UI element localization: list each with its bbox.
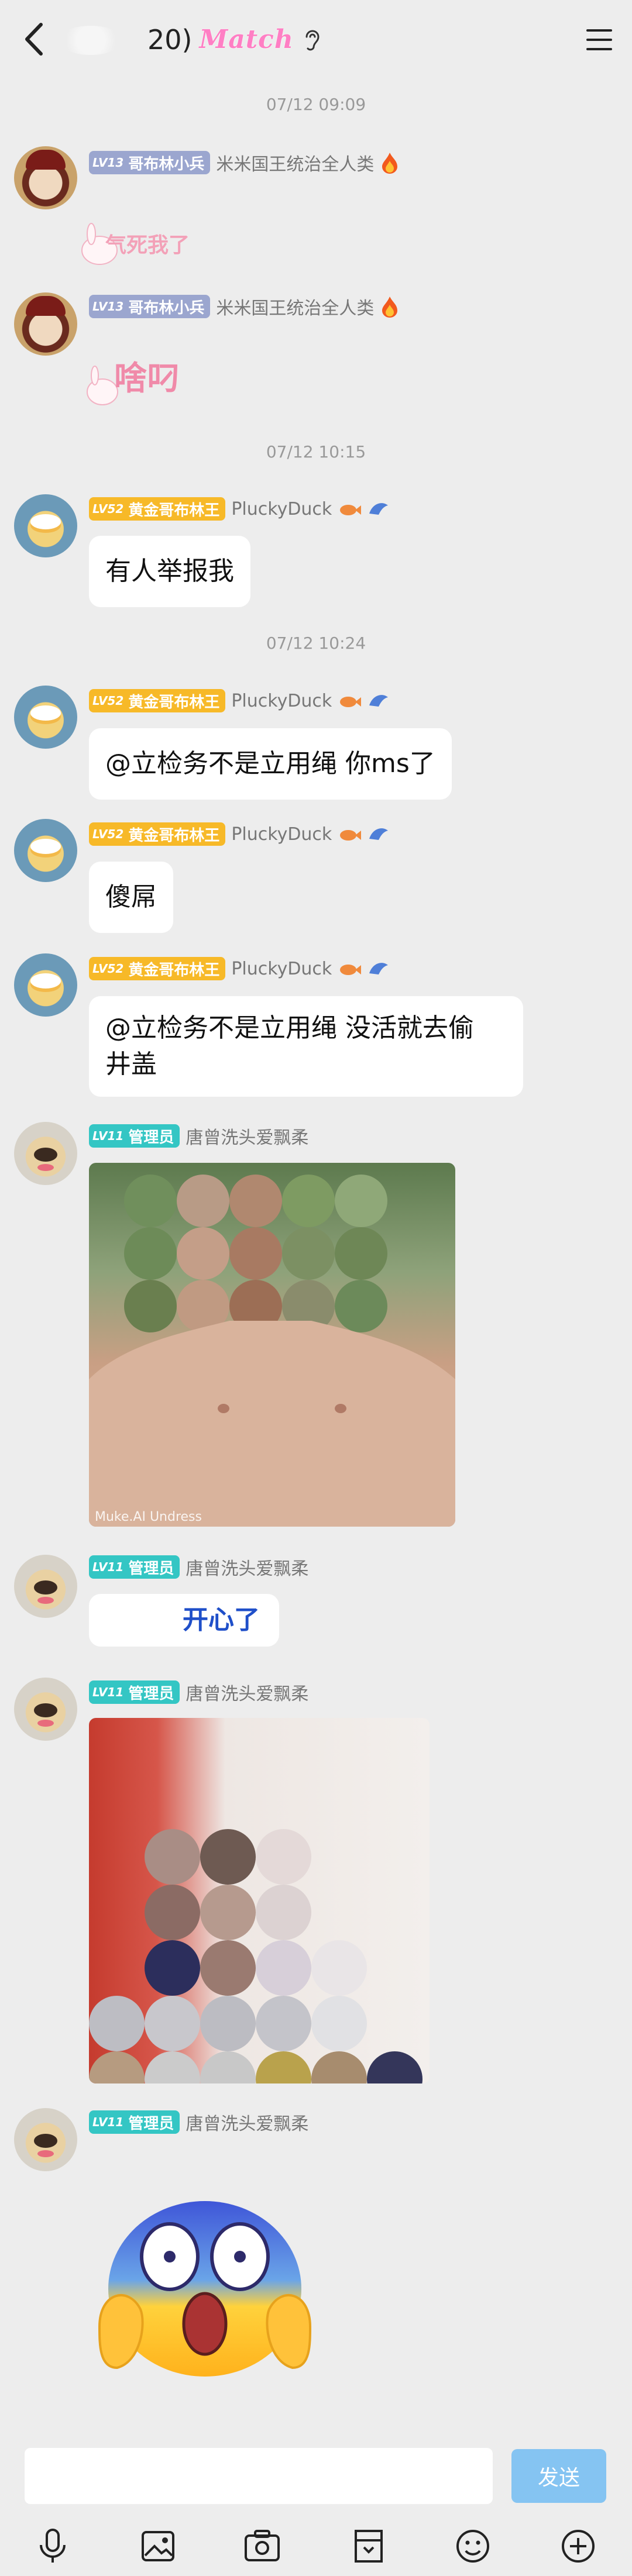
level-badge: LV52 黄金哥布林王 — [89, 822, 226, 846]
fire-icon — [382, 153, 398, 174]
composer: 发送 — [0, 2436, 632, 2512]
sender-nickname: PluckyDuck — [231, 690, 332, 711]
dragon-icon — [369, 963, 389, 974]
ear-icon[interactable] — [301, 26, 324, 53]
image-message[interactable] — [89, 1718, 430, 2083]
sender-line: LV13 哥布林小兵 米米国王统治全人类 — [89, 150, 400, 175]
timestamp: 07/12 09:09 — [266, 95, 366, 114]
sender-line: LV52 黄金哥布林王 PluckyDuck — [89, 496, 390, 522]
avatar[interactable] — [14, 953, 77, 1017]
bubble-line: 井盖 — [105, 1049, 157, 1079]
chat-screen: 20) Match 07/12 09:09 LV13 哥布林小兵 米米国王统治全人… — [0, 0, 632, 2576]
avatar[interactable] — [14, 819, 77, 882]
plus-icon[interactable] — [557, 2525, 599, 2567]
sender-line: LV52 黄金哥布林王 PluckyDuck — [89, 956, 390, 982]
sender-nickname: 唐曾洗头爱飘柔 — [186, 1559, 309, 1579]
dragon-icon — [369, 828, 389, 840]
sender-line: LV52 黄金哥布林王 PluckyDuck — [89, 688, 390, 714]
sticker-text: 啥叼 — [114, 360, 180, 398]
fish-icon — [340, 965, 362, 975]
sticker-text: 气死我了 — [105, 233, 190, 257]
sender-line: LV11 管理员 唐曾洗头爱飘柔 — [89, 1123, 308, 1149]
avatar[interactable] — [14, 146, 77, 209]
fire-icon — [382, 297, 398, 318]
file-icon[interactable] — [348, 2525, 390, 2567]
text-bubble[interactable]: 有人举报我 — [89, 536, 250, 607]
send-button[interactable]: 发送 — [511, 2449, 606, 2503]
avatar[interactable] — [14, 686, 77, 749]
top-bar: 20) Match — [0, 0, 632, 79]
timestamp: 07/12 10:24 — [266, 633, 366, 653]
fish-icon — [340, 505, 362, 515]
torso-shape — [89, 1321, 455, 1527]
sender-line: LV11 管理员 唐曾洗头爱飘柔 — [89, 2109, 308, 2135]
level-badge: LV11 管理员 — [89, 1555, 180, 1579]
level-badge: LV11 管理员 — [89, 2110, 180, 2134]
fish-icon — [340, 830, 362, 841]
screaming-emoji-icon[interactable] — [94, 2192, 316, 2379]
level-badge: LV11 管理员 — [89, 1124, 180, 1148]
dragon-icon — [369, 503, 389, 515]
level-badge: LV11 管理员 — [89, 1680, 180, 1704]
sender-line: LV11 管理员 唐曾洗头爱飘柔 — [89, 1554, 308, 1580]
sender-nickname: PluckyDuck — [231, 498, 332, 519]
title-member-count: 20) — [147, 23, 193, 56]
microphone-icon[interactable] — [32, 2525, 74, 2567]
text-bubble[interactable]: 傻屌 — [89, 862, 173, 933]
sender-nickname: PluckyDuck — [231, 958, 332, 979]
sender-nickname: PluckyDuck — [231, 824, 332, 845]
avatar[interactable] — [14, 1555, 77, 1618]
level-badge: LV52 黄金哥布林王 — [89, 689, 226, 712]
text-bubble[interactable]: @立检务不是立用绳 你ms了 — [89, 728, 452, 800]
avatar[interactable] — [14, 1678, 77, 1741]
avatar[interactable] — [14, 1122, 77, 1185]
level-badge: LV52 黄金哥布林王 — [89, 497, 226, 521]
title-mosaic — [53, 22, 140, 57]
sticker[interactable]: 啥叼 — [82, 339, 281, 421]
avatar[interactable] — [14, 2108, 77, 2171]
image-message[interactable]: Muke.AI Undress — [89, 1163, 455, 1527]
sender-nickname: 米米国王统治全人类 — [216, 154, 375, 175]
sender-nickname: 唐曾洗头爱飘柔 — [186, 1684, 309, 1704]
back-icon[interactable] — [18, 18, 53, 61]
sender-line: LV13 哥布林小兵 米米国王统治全人类 — [89, 294, 400, 319]
level-badge: LV13 哥布林小兵 — [89, 295, 211, 318]
sender-nickname: 唐曾洗头爱飘柔 — [186, 1128, 309, 1148]
camera-icon[interactable] — [241, 2525, 283, 2567]
bubble-line: @立检务不是立用绳 没活就去偷 — [105, 1013, 474, 1043]
avatar[interactable] — [14, 292, 77, 356]
emoji-icon[interactable] — [452, 2525, 494, 2567]
sender-nickname: 唐曾洗头爱飘柔 — [186, 2114, 309, 2134]
bubble-text: 开心了 — [183, 1605, 260, 1635]
image-icon[interactable] — [137, 2525, 179, 2567]
sticker[interactable]: 气死我了 — [76, 205, 252, 281]
chat-title[interactable]: 20) Match — [53, 18, 324, 61]
input-toolbar — [0, 2512, 632, 2576]
message-input[interactable] — [25, 2448, 493, 2504]
text-bubble[interactable]: 开心了 — [89, 1594, 279, 1647]
avatar[interactable] — [14, 494, 77, 557]
fish-icon — [340, 697, 362, 707]
level-badge: LV52 黄金哥布林王 — [89, 957, 226, 980]
dragon-icon — [369, 695, 389, 707]
brand-logo: Match — [199, 25, 294, 54]
image-watermark: Muke.AI Undress — [95, 1510, 202, 1524]
level-badge: LV13 哥布林小兵 — [89, 151, 211, 174]
timestamp: 07/12 10:15 — [266, 442, 366, 462]
mosaic-overlay — [89, 1829, 423, 2083]
text-bubble[interactable]: @立检务不是立用绳 没活就去偷 井盖 — [89, 996, 523, 1097]
sender-line: LV52 黄金哥布林王 PluckyDuck — [89, 821, 390, 847]
sender-line: LV11 管理员 唐曾洗头爱飘柔 — [89, 1679, 308, 1705]
sender-nickname: 米米国王统治全人类 — [216, 298, 375, 319]
menu-icon[interactable] — [583, 23, 616, 56]
